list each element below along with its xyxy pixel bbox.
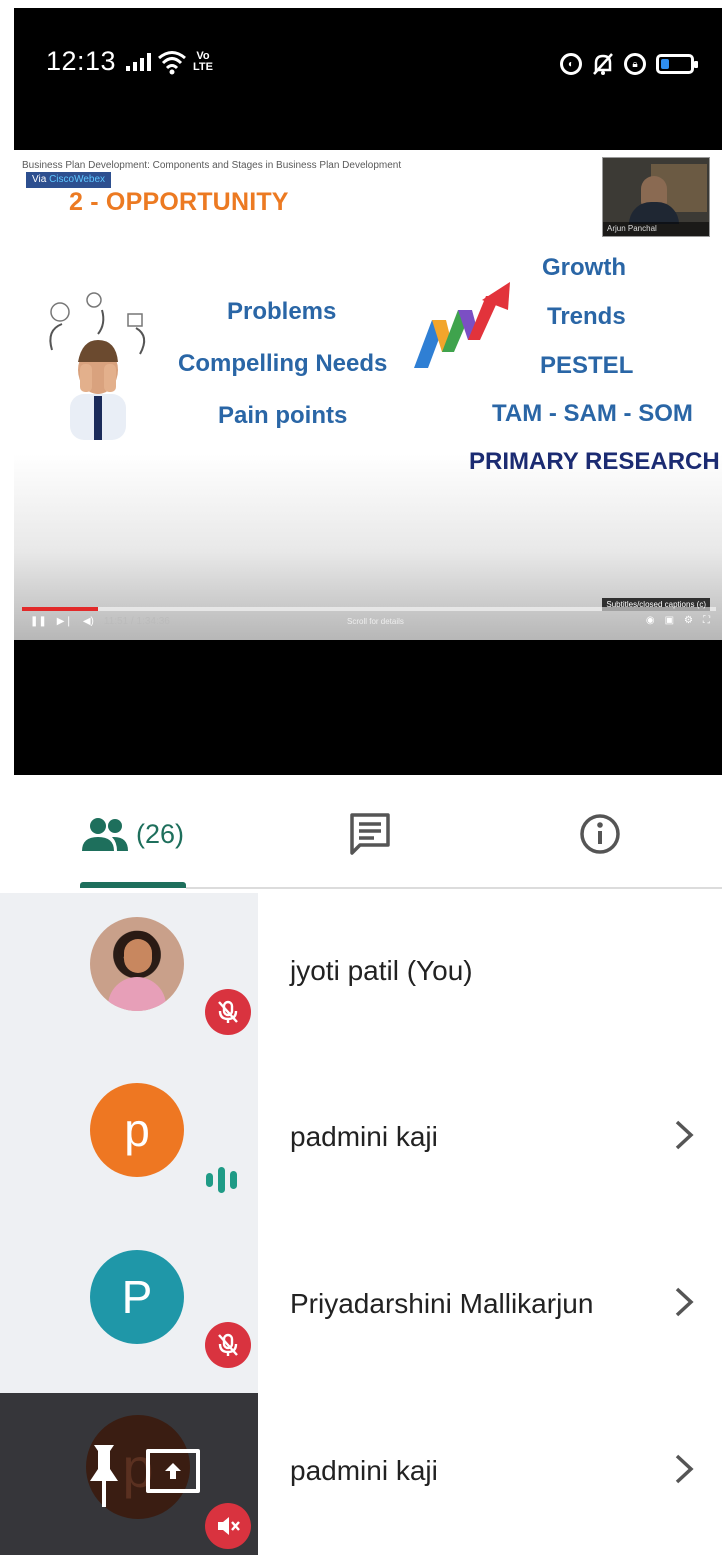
participant-row[interactable]: jyoti patil (You) [0, 893, 727, 1059]
wifi-icon [158, 51, 186, 75]
chat-icon [350, 813, 390, 855]
term-trends: Trends [547, 303, 626, 330]
participant-row[interactable]: p padmini kaji [0, 1059, 727, 1225]
video-area: 12:13 Vo LTE ◐ 🔒︎ Business Plan Developm… [14, 8, 722, 775]
active-tab-indicator [80, 882, 186, 888]
next-icon[interactable]: ▶❘ [57, 616, 73, 627]
tab-participants[interactable]: (26) [80, 780, 186, 888]
mic-muted-icon [205, 989, 251, 1035]
presenter-camera: Arjun Panchal [602, 157, 710, 237]
status-icons-left: Vo LTE [126, 42, 213, 82]
volte-icon: Vo LTE [193, 50, 213, 73]
term-pestel: PESTEL [540, 352, 634, 379]
battery-level [661, 59, 670, 69]
data-saver-icon: ◐ [560, 53, 582, 75]
meeting-tabs: (26) [0, 780, 727, 892]
share-screen-icon[interactable] [146, 1449, 200, 1493]
via-badge: Via CiscoWebex [26, 172, 112, 188]
term-tam-sam-som: TAM - SAM - SOM [492, 400, 693, 427]
term-growth: Growth [542, 254, 626, 281]
avatar: p [90, 1083, 184, 1177]
tabs-divider [186, 887, 722, 889]
participant-name: padmini kaji [290, 1121, 438, 1152]
chevron-right-icon[interactable] [672, 1284, 696, 1320]
scroll-hint: Scroll for details [347, 617, 404, 626]
participants-count: (26) [135, 818, 184, 849]
term-compelling-needs: Compelling Needs [178, 350, 388, 377]
term-problems: Problems [227, 298, 337, 325]
speaker-muted-icon [205, 1503, 251, 1549]
mic-muted-icon [205, 1322, 251, 1368]
lock-rotation-icon: 🔒︎ [624, 53, 646, 75]
video-time: 11:51 / 1:34:36 [103, 616, 170, 627]
captions-icon[interactable]: ▣ [665, 615, 674, 626]
speaking-indicator-icon [206, 1167, 237, 1193]
slide-heading: 2 - OPPORTUNITY [69, 188, 289, 216]
pause-icon[interactable]: ❚❚ [30, 616, 47, 627]
self-view-panel: p [0, 1393, 258, 1555]
tab-chat[interactable] [330, 780, 410, 888]
chevron-right-icon[interactable] [672, 1451, 696, 1487]
info-icon [580, 814, 620, 854]
stressed-person-illustration [49, 292, 146, 440]
avatar [90, 917, 184, 1011]
term-pain-points: Pain points [218, 402, 348, 429]
video-progress-fill [22, 607, 99, 611]
battery-icon [656, 54, 698, 74]
participant-row[interactable]: p padmini kaji [0, 1393, 727, 1555]
presenter-name: Arjun Panchal [603, 222, 709, 236]
video-title: Business Plan Development: Components an… [22, 160, 402, 171]
video-progress-bar[interactable] [22, 607, 716, 611]
participant-name: Priyadarshini Mallikarjun [290, 1288, 594, 1319]
status-bar: 12:13 Vo LTE ◐ 🔒︎ [14, 8, 722, 108]
video-controls: ❚❚ ▶❘ ◀) 11:51 / 1:34:36 Scroll for deta… [22, 613, 716, 633]
avatar: P [90, 1250, 184, 1344]
chevron-right-icon[interactable] [672, 1117, 696, 1153]
participant-name: jyoti patil (You) [290, 955, 473, 986]
status-time: 12:13 [46, 46, 117, 76]
signal-icon [126, 53, 151, 71]
participant-row[interactable]: P Priyadarshini Mallikarjun [0, 1226, 727, 1392]
volume-icon[interactable]: ◀) [83, 616, 94, 627]
bell-off-icon [593, 53, 613, 75]
pin-icon[interactable] [86, 1443, 122, 1515]
shared-video[interactable]: Business Plan Development: Components an… [14, 150, 722, 640]
fullscreen-icon[interactable]: ⛶ [703, 615, 710, 626]
growth-arrow-illustration [414, 282, 510, 368]
status-icons-right: ◐ 🔒︎ [560, 44, 698, 84]
participant-name: padmini kaji [290, 1455, 438, 1486]
term-primary-research: PRIMARY RESEARCH [469, 448, 720, 475]
people-icon [81, 818, 128, 851]
autoplay-toggle-icon[interactable]: ◉ [646, 615, 655, 626]
tab-info[interactable] [560, 780, 640, 888]
settings-icon[interactable]: ⚙ [684, 615, 693, 626]
